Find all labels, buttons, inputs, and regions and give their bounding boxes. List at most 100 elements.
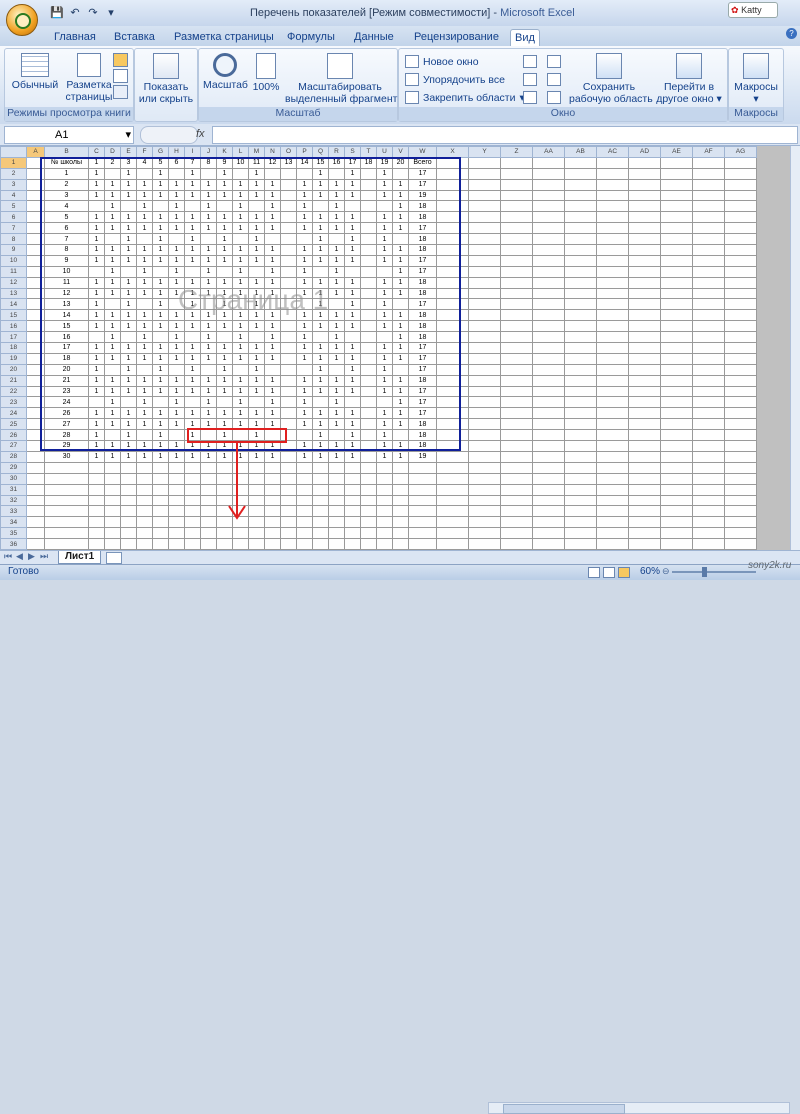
value-cell[interactable]: 1: [104, 450, 121, 463]
value-cell[interactable]: 1: [216, 287, 233, 300]
value-cell[interactable]: 1: [296, 189, 313, 202]
value-cell[interactable]: 1: [328, 407, 345, 420]
row-header[interactable]: 9: [0, 244, 27, 256]
undo-icon[interactable]: ↶: [68, 6, 82, 20]
cell[interactable]: [136, 538, 153, 550]
total-cell[interactable]: 18: [408, 276, 437, 289]
value-cell[interactable]: 1: [168, 244, 185, 256]
cell[interactable]: [596, 233, 629, 246]
value-cell[interactable]: [280, 254, 297, 267]
value-cell[interactable]: 1: [328, 254, 345, 267]
value-cell[interactable]: [200, 363, 217, 376]
cell[interactable]: [120, 538, 137, 550]
value-cell[interactable]: 1: [120, 222, 137, 235]
cell[interactable]: [692, 352, 725, 365]
value-cell[interactable]: 1: [216, 374, 233, 387]
value-cell[interactable]: 1: [344, 244, 361, 256]
full-screen-icon[interactable]: [113, 85, 128, 99]
value-cell[interactable]: 1: [232, 396, 249, 409]
school-number-cell[interactable]: 11: [44, 276, 89, 289]
cell[interactable]: [564, 298, 597, 311]
cell[interactable]: [312, 472, 329, 485]
cell[interactable]: [360, 483, 377, 496]
total-cell[interactable]: 17: [408, 298, 437, 311]
cell[interactable]: [280, 527, 297, 540]
value-cell[interactable]: [280, 407, 297, 420]
value-cell[interactable]: 1: [152, 276, 169, 289]
cell[interactable]: [26, 352, 45, 365]
cell[interactable]: [296, 461, 313, 474]
value-cell[interactable]: 1: [232, 189, 249, 202]
cell[interactable]: [564, 429, 597, 442]
cell[interactable]: [596, 385, 629, 398]
header-cell[interactable]: 20: [392, 156, 409, 169]
value-cell[interactable]: 1: [120, 309, 137, 322]
cell[interactable]: [168, 472, 185, 485]
value-cell[interactable]: 1: [120, 385, 137, 398]
cell[interactable]: [408, 538, 437, 550]
cell[interactable]: [280, 538, 297, 550]
value-cell[interactable]: 1: [168, 211, 185, 224]
value-cell[interactable]: 1: [232, 211, 249, 224]
value-cell[interactable]: 1: [120, 298, 137, 311]
value-cell[interactable]: 1: [168, 352, 185, 365]
cell[interactable]: [436, 538, 469, 550]
value-cell[interactable]: 1: [104, 276, 121, 289]
cell[interactable]: [724, 461, 757, 474]
column-header[interactable]: AA: [532, 146, 565, 158]
column-header[interactable]: L: [232, 146, 249, 158]
cell[interactable]: [200, 483, 217, 496]
cell[interactable]: [660, 505, 693, 518]
cell[interactable]: [532, 494, 565, 507]
column-header[interactable]: M: [248, 146, 265, 158]
cell[interactable]: [26, 298, 45, 311]
cell[interactable]: [436, 352, 469, 365]
cell[interactable]: [468, 363, 501, 376]
cell[interactable]: [724, 211, 757, 224]
cell[interactable]: [500, 418, 533, 431]
header-cell[interactable]: 1: [88, 156, 105, 169]
cell[interactable]: [596, 363, 629, 376]
cell[interactable]: [392, 538, 409, 550]
value-cell[interactable]: 1: [248, 276, 265, 289]
value-cell[interactable]: [104, 363, 121, 376]
cell[interactable]: [408, 505, 437, 518]
cell[interactable]: [564, 287, 597, 300]
value-cell[interactable]: [360, 211, 377, 224]
cell[interactable]: [532, 200, 565, 213]
cell[interactable]: [564, 363, 597, 376]
value-cell[interactable]: 1: [104, 396, 121, 409]
value-cell[interactable]: 1: [264, 189, 281, 202]
value-cell[interactable]: [360, 287, 377, 300]
value-cell[interactable]: [376, 200, 393, 213]
column-header[interactable]: Q: [312, 146, 329, 158]
row-header[interactable]: 12: [0, 276, 27, 289]
user-badge[interactable]: ✿ Katty: [728, 2, 778, 18]
value-cell[interactable]: [232, 298, 249, 311]
cell[interactable]: [500, 352, 533, 365]
cell[interactable]: [532, 450, 565, 463]
cell[interactable]: [408, 472, 437, 485]
value-cell[interactable]: [376, 265, 393, 278]
value-cell[interactable]: 1: [328, 287, 345, 300]
cell[interactable]: [532, 178, 565, 191]
value-cell[interactable]: [168, 429, 185, 442]
cell[interactable]: [376, 538, 393, 550]
cell-grid[interactable]: A B C D E F G H I J K L M N O P Q R S T U V W X Y Z AA AB AC AD AE AF AG…: [0, 146, 757, 550]
cell[interactable]: [500, 505, 533, 518]
cell[interactable]: [596, 374, 629, 387]
value-cell[interactable]: 1: [392, 222, 409, 235]
value-cell[interactable]: 1: [152, 233, 169, 246]
cell[interactable]: [104, 494, 121, 507]
cell[interactable]: [264, 494, 281, 507]
value-cell[interactable]: [312, 396, 329, 409]
total-cell[interactable]: 17: [408, 254, 437, 267]
zoom-slider[interactable]: [672, 571, 756, 573]
value-cell[interactable]: [376, 396, 393, 409]
cell[interactable]: [26, 265, 45, 278]
value-cell[interactable]: 1: [184, 309, 201, 322]
cell[interactable]: [724, 233, 757, 246]
value-cell[interactable]: [392, 429, 409, 442]
column-header[interactable]: U: [376, 146, 393, 158]
cell[interactable]: [436, 494, 469, 507]
